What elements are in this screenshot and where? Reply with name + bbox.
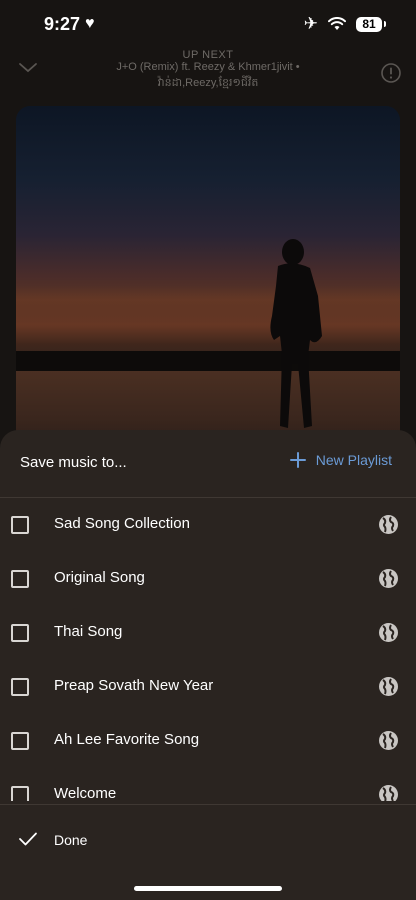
done-label: Done xyxy=(54,832,88,848)
playlist-row[interactable]: Original Song xyxy=(0,552,416,606)
heart-icon: ♥ xyxy=(85,15,95,32)
up-next-title: J+O (Remix) ft. Reezy & Khmer1jivit • xyxy=(116,61,300,73)
artwork-horizon xyxy=(16,351,400,371)
footer-divider xyxy=(0,804,416,805)
save-to-playlist-sheet: Save music to... New Playlist Sad Song C… xyxy=(0,430,416,900)
playlist-checkbox[interactable] xyxy=(11,678,29,696)
playlist-label: Original Song xyxy=(54,569,145,586)
playlist-row[interactable]: Thai Song xyxy=(0,606,416,660)
playlist-checkbox[interactable] xyxy=(11,732,29,750)
wifi-icon xyxy=(328,17,346,30)
playlist-label: Welcome xyxy=(54,785,117,801)
up-next-label: UP NEXT xyxy=(182,49,234,61)
now-playing-header: UP NEXT J+O (Remix) ft. Reezy & Khmer1ji… xyxy=(0,46,416,96)
info-icon[interactable] xyxy=(380,62,402,84)
playlist-checkbox[interactable] xyxy=(11,624,29,642)
battery-cap xyxy=(384,21,386,27)
status-bar: 9:27 ♥ ✈ 81 xyxy=(0,0,416,50)
artwork-sky-glow xyxy=(16,286,400,351)
new-playlist-button[interactable]: New Playlist xyxy=(289,452,392,468)
playlist-label: Sad Song Collection xyxy=(54,515,190,532)
status-icons: ✈ 81 xyxy=(304,14,386,34)
globe-icon xyxy=(379,515,398,534)
plus-icon xyxy=(289,452,306,468)
home-indicator[interactable] xyxy=(134,886,282,891)
airplane-mode-icon: ✈ xyxy=(303,14,318,33)
checkmark-icon xyxy=(19,832,37,846)
playlist-checkbox[interactable] xyxy=(11,516,29,534)
globe-icon xyxy=(379,569,398,588)
globe-icon xyxy=(379,677,398,696)
playlist-row[interactable]: Ah Lee Favorite Song xyxy=(0,714,416,768)
playlist-label: Thai Song xyxy=(54,623,123,640)
playlist-row[interactable]: Welcome xyxy=(0,768,416,801)
new-playlist-label: New Playlist xyxy=(315,452,392,468)
status-time: 9:27 xyxy=(44,14,81,34)
up-next-artists: វ៉ាន់ដា,Reezy,ខ្មែរ១ជីវិត xyxy=(157,77,259,89)
playlist-checkbox[interactable] xyxy=(11,786,29,801)
playlist-label: Preap Sovath New Year xyxy=(54,677,214,694)
globe-icon xyxy=(379,785,398,801)
album-artwork xyxy=(16,106,400,446)
playlist-checkbox[interactable] xyxy=(11,570,29,588)
done-button[interactable]: Done xyxy=(0,822,416,862)
battery-indicator: 81 xyxy=(356,16,382,32)
playlist-list: Sad Song Collection Original Song Thai S… xyxy=(0,498,416,801)
sheet-title: Save music to... xyxy=(20,454,127,471)
playlist-label: Ah Lee Favorite Song xyxy=(54,731,200,748)
person-silhouette xyxy=(270,239,322,428)
globe-icon xyxy=(379,731,398,750)
globe-icon xyxy=(379,623,398,642)
playlist-row[interactable]: Sad Song Collection xyxy=(0,498,416,552)
playlist-row[interactable]: Preap Sovath New Year xyxy=(0,660,416,714)
